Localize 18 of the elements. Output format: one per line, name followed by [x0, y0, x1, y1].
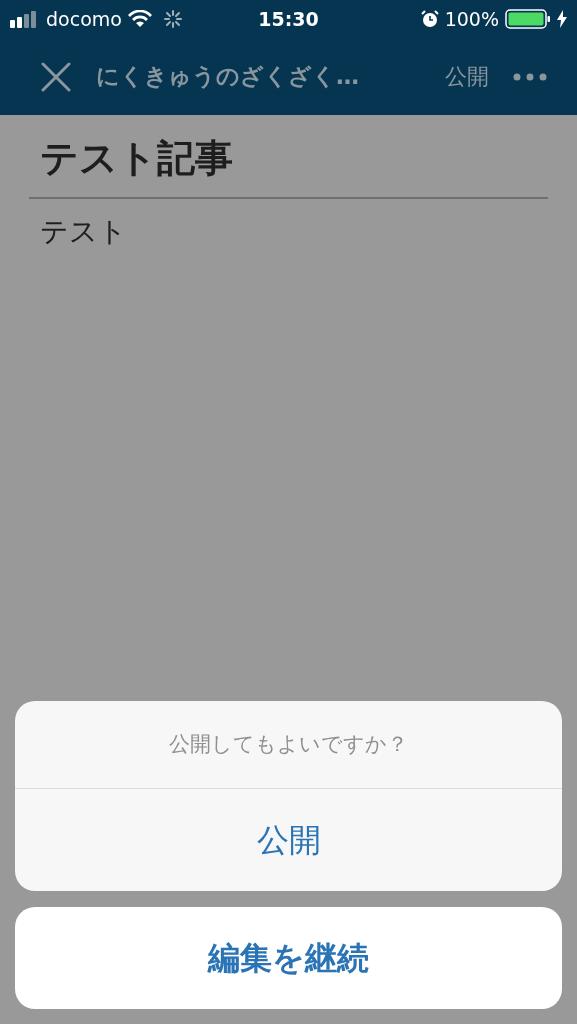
action-sheet-message: 公開してもよいですか？ — [15, 701, 562, 789]
clock-time: 15:30 — [258, 6, 319, 32]
alarm-icon — [420, 10, 439, 28]
continue-editing-button[interactable]: 編集を継続 — [15, 907, 562, 1009]
publish-action-button[interactable]: 公開 — [15, 789, 562, 891]
close-icon — [41, 61, 71, 92]
wifi-icon — [127, 10, 152, 28]
charging-icon — [557, 10, 567, 28]
more-icon — [513, 72, 547, 81]
battery-icon — [505, 9, 551, 29]
carrier-name: docomo — [46, 6, 122, 32]
nav-title: にくきゅうのざくざく… — [96, 62, 360, 92]
article-title: テスト記事 — [39, 134, 234, 182]
battery-percent: 100% — [444, 6, 499, 32]
loading-spinner-icon — [163, 10, 182, 28]
close-button[interactable] — [40, 60, 72, 93]
article-body: テスト — [39, 213, 128, 250]
publish-button[interactable]: 公開 — [445, 60, 489, 93]
